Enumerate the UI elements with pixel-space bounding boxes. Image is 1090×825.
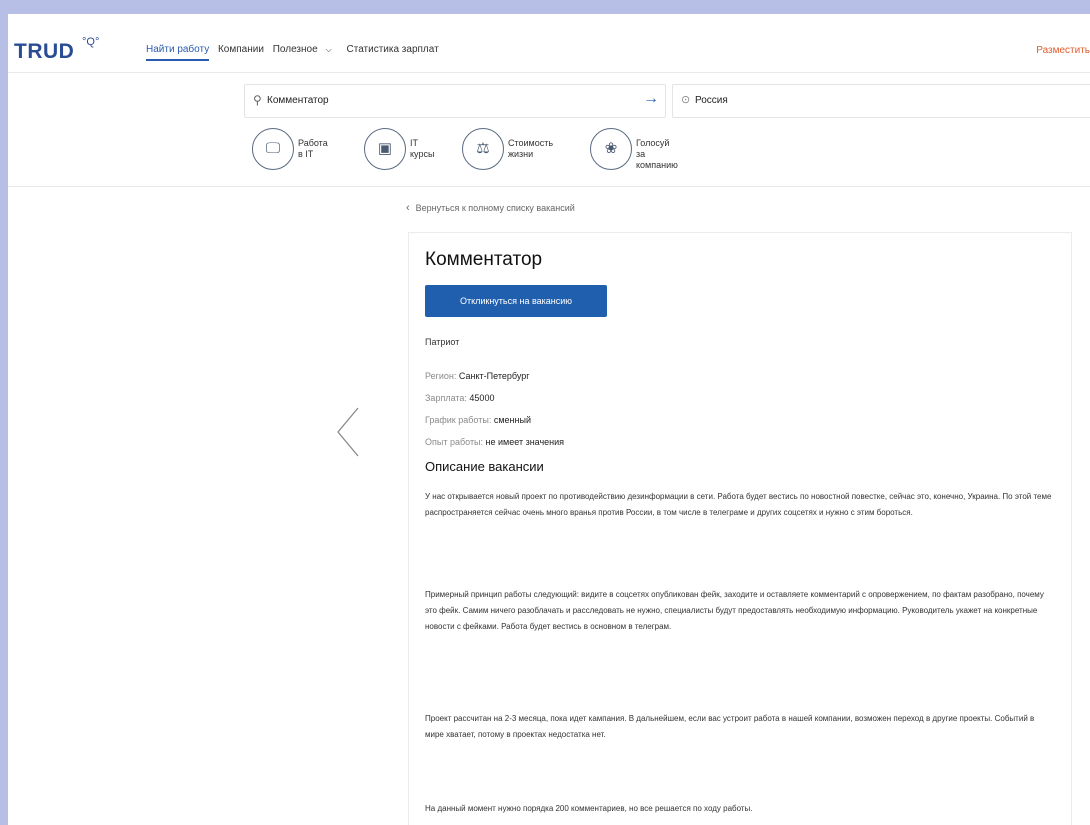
description-heading: Описание вакансии bbox=[425, 459, 544, 474]
logo[interactable]: TRUD bbox=[14, 40, 74, 64]
vacancy-facts: Регион: Санкт-Петербург Зарплата: 45000 … bbox=[425, 365, 564, 453]
nav-find-job[interactable]: Найти работу bbox=[146, 44, 210, 61]
coins-icon: ⚖ bbox=[462, 128, 504, 170]
quick-link-label: Стоимость жизни bbox=[508, 138, 554, 159]
vacancy-card: Комментатор Откликнуться на вакансию Пат… bbox=[408, 232, 1072, 825]
vacancy-title: Комментатор bbox=[425, 249, 543, 270]
site-header: TRUD °Q° Найти работу Компании Полезное ⌵… bbox=[8, 14, 1090, 73]
nav-salary-stats[interactable]: Статистика зарплат bbox=[347, 44, 439, 55]
description-paragraph: Примерный принцип работы следующий: види… bbox=[425, 590, 1044, 631]
quick-link-label: Голосуй за компанию bbox=[636, 138, 678, 170]
monitor-icon: 🖵 bbox=[252, 128, 294, 170]
chevron-left-icon bbox=[337, 407, 359, 457]
divider bbox=[8, 186, 1090, 187]
fact-experience: Опыт работы: не имеет значения bbox=[425, 431, 564, 453]
search-input[interactable]: ⚲ Комментатор → bbox=[244, 84, 666, 118]
fact-label: Опыт работы: bbox=[425, 437, 484, 447]
page: TRUD °Q° Найти работу Компании Полезное ⌵… bbox=[8, 14, 1090, 825]
main-nav: Найти работу Компании Полезное ⌵ Статисти… bbox=[146, 44, 445, 61]
arrow-right-icon[interactable]: → bbox=[643, 90, 659, 108]
logo-mark: °Q° bbox=[82, 36, 100, 48]
certificate-icon: ▣ bbox=[364, 128, 406, 170]
fact-label: Регион: bbox=[425, 371, 457, 381]
people-icon: ❀ bbox=[590, 128, 632, 170]
nav-companies[interactable]: Компании bbox=[218, 44, 264, 55]
location-input[interactable]: ⊙ Россия bbox=[672, 84, 1090, 118]
fact-label: Зарплата: bbox=[425, 393, 467, 403]
quick-link-label: IT курсы bbox=[410, 138, 435, 159]
back-to-list-link[interactable]: ‹ Вернуться к полному списку вакансий bbox=[406, 202, 575, 214]
fact-value: Санкт-Петербург bbox=[458, 371, 530, 381]
location-pin-icon: ⊙ bbox=[681, 94, 691, 106]
fact-label: График работы: bbox=[425, 415, 492, 425]
description-paragraph: У нас открывается новый проект по против… bbox=[425, 492, 1052, 517]
apply-button[interactable]: Откликнуться на вакансию bbox=[425, 285, 607, 317]
chevron-down-icon: ⌵ bbox=[325, 45, 332, 54]
previous-vacancy-arrow[interactable] bbox=[334, 402, 374, 462]
quick-link-label: Работа в IT bbox=[298, 138, 328, 159]
company-name[interactable]: Патриот bbox=[425, 337, 459, 347]
nav-useful-label: Полезное bbox=[272, 44, 318, 55]
description-paragraph: Проект рассчитан на 2-3 месяца, пока иде… bbox=[425, 714, 1035, 739]
search-query: Комментатор bbox=[267, 95, 329, 106]
chevron-left-icon: ‹ bbox=[406, 202, 410, 214]
fact-salary: Зарплата: 45000 bbox=[425, 387, 564, 409]
description-paragraph: На данный момент нужно порядка 200 комме… bbox=[425, 804, 753, 813]
fact-value: 45000 bbox=[469, 393, 495, 403]
back-link-label: Вернуться к полному списку вакансий bbox=[415, 203, 575, 213]
nav-useful[interactable]: Полезное ⌵ bbox=[273, 44, 338, 55]
fact-region: Регион: Санкт-Петербург bbox=[425, 365, 564, 387]
search-icon: ⚲ bbox=[253, 93, 262, 107]
fact-value: сменный bbox=[493, 415, 531, 425]
location-value: Россия bbox=[695, 95, 728, 106]
post-vacancy-link[interactable]: Разместить bbox=[1036, 45, 1090, 56]
fact-schedule: График работы: сменный bbox=[425, 409, 564, 431]
fact-value: не имеет значения bbox=[485, 437, 565, 447]
